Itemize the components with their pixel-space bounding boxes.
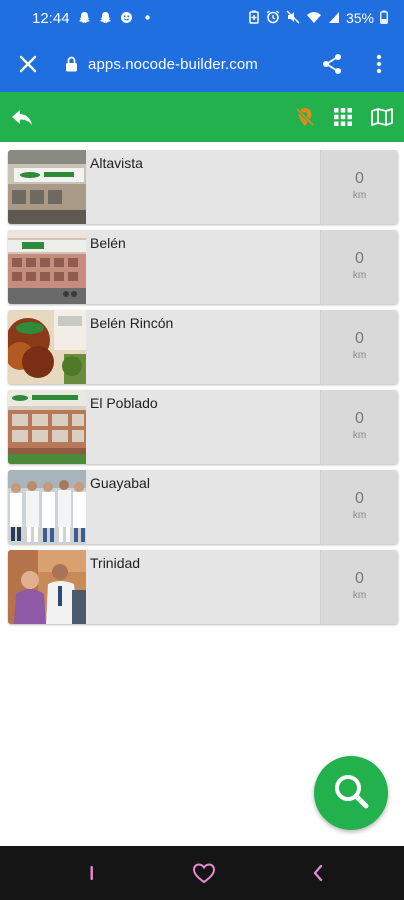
distance-box: 0 km xyxy=(320,310,398,384)
distance-unit: km xyxy=(352,510,367,521)
list-item[interactable]: Altavista 0 km xyxy=(8,150,398,224)
location-name: El Poblado xyxy=(90,395,158,411)
location-name: Belén Rincón xyxy=(90,315,174,331)
alarm-icon xyxy=(266,9,280,27)
location-photo xyxy=(8,230,86,304)
status-bar: 12:44 35% xyxy=(0,0,404,36)
system-nav-bar xyxy=(0,846,404,900)
location-photo xyxy=(8,390,86,464)
battery-icon xyxy=(380,10,388,27)
wifi-icon xyxy=(306,10,322,27)
list-item[interactable]: Trinidad 0 km xyxy=(8,550,398,624)
smiley-icon xyxy=(120,11,133,26)
location-photo xyxy=(8,150,86,224)
search-icon xyxy=(331,771,371,816)
distance-unit: km xyxy=(352,430,367,441)
location-off-icon[interactable] xyxy=(287,92,323,142)
status-time: 12:44 xyxy=(32,9,70,27)
distance-box: 0 km xyxy=(320,150,398,224)
distance-box: 0 km xyxy=(320,230,398,304)
share-icon[interactable] xyxy=(314,36,350,92)
map-icon[interactable] xyxy=(364,92,400,142)
distance-unit: km xyxy=(352,190,367,201)
app-toolbar xyxy=(0,92,404,142)
list-item[interactable]: Guayabal 0 km xyxy=(8,470,398,544)
distance-unit: km xyxy=(352,590,367,601)
distance-value: 0 xyxy=(355,250,364,267)
location-list: Altavista 0 km Belén 0 km Belén Rincón 0… xyxy=(8,150,398,630)
browser-bar: apps.nocode-builder.com xyxy=(0,36,404,92)
grid-icon[interactable] xyxy=(325,92,361,142)
distance-unit: km xyxy=(352,350,367,361)
location-photo xyxy=(8,470,86,544)
list-item[interactable]: Belén Rincón 0 km xyxy=(8,310,398,384)
more-vertical-icon[interactable] xyxy=(364,36,394,92)
distance-box: 0 km xyxy=(320,390,398,464)
back-icon[interactable] xyxy=(296,846,340,900)
location-name: Altavista xyxy=(90,155,143,171)
battery-saver-icon xyxy=(248,10,260,27)
dot-icon xyxy=(141,11,154,26)
location-name: Trinidad xyxy=(90,555,141,571)
distance-unit: km xyxy=(352,270,367,281)
list-item[interactable]: El Poblado 0 km xyxy=(8,390,398,464)
location-name: Guayabal xyxy=(90,475,150,491)
distance-value: 0 xyxy=(355,490,364,507)
list-item[interactable]: Belén 0 km xyxy=(8,230,398,304)
distance-value: 0 xyxy=(355,570,364,587)
snapchat-icon xyxy=(99,11,112,26)
snapchat-icon xyxy=(78,11,91,26)
url-text[interactable]: apps.nocode-builder.com xyxy=(88,56,258,73)
lock-icon xyxy=(62,36,80,92)
distance-value: 0 xyxy=(355,410,364,427)
close-icon[interactable] xyxy=(0,36,56,92)
search-button[interactable] xyxy=(314,756,388,830)
mute-icon xyxy=(286,9,300,27)
signal-icon xyxy=(328,10,340,27)
distance-value: 0 xyxy=(355,170,364,187)
location-name: Belén xyxy=(90,235,126,251)
battery-text: 35% xyxy=(345,10,374,26)
distance-box: 0 km xyxy=(320,550,398,624)
recent-apps-icon[interactable] xyxy=(70,846,114,900)
location-photo xyxy=(8,310,86,384)
reply-icon[interactable] xyxy=(4,92,40,142)
location-photo xyxy=(8,550,86,624)
distance-box: 0 km xyxy=(320,470,398,544)
home-heart-icon[interactable] xyxy=(182,846,226,900)
distance-value: 0 xyxy=(355,330,364,347)
